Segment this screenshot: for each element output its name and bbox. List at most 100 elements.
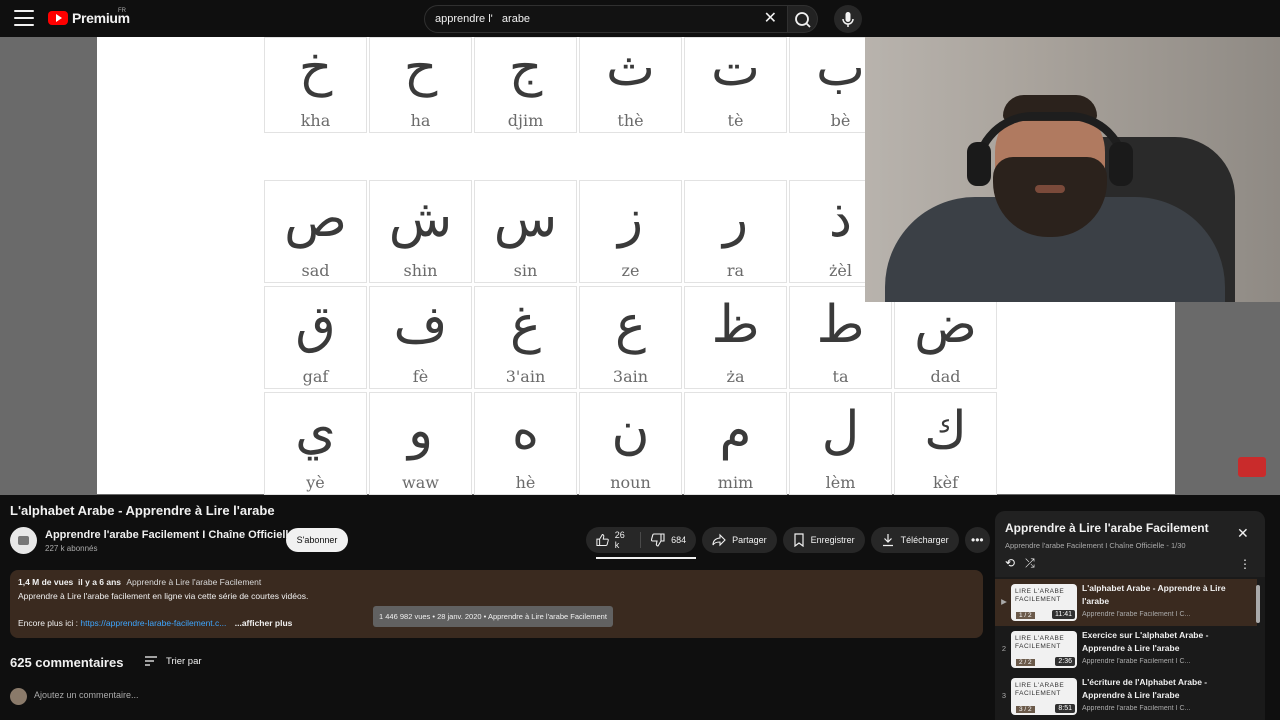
arabic-letter: م: [719, 401, 752, 461]
playlist-controls: ⟲ ⤮: [1005, 556, 1035, 571]
letter-cell: ل lèm: [789, 392, 892, 495]
playlist-panel: Apprendre à Lire l'arabe Facilement Appr…: [995, 511, 1265, 720]
letter-cell: ت tè: [684, 37, 787, 133]
voice-search-button[interactable]: [834, 5, 862, 33]
letter-cell: ح ha: [369, 37, 472, 133]
playlist-item-title[interactable]: L'écriture de l'Alphabet Arabe - Apprend…: [1082, 676, 1252, 702]
like-progress-bar: [596, 557, 696, 559]
like-button[interactable]: 26 k: [586, 527, 640, 553]
letter-transliteration: 3ain: [612, 367, 649, 386]
user-avatar: [10, 688, 27, 705]
video-player[interactable]: خ kha ح ha ج djim ث thè ت tè ب bè ص sad ش shin س sin ز ze ر r…: [0, 37, 1280, 495]
clear-search-icon[interactable]: ✕: [764, 11, 777, 27]
search-button[interactable]: [788, 5, 818, 33]
sort-label: Trier par: [166, 655, 202, 667]
playlist-item-index: 2: [1001, 644, 1007, 653]
arabic-letter: ق: [295, 295, 336, 355]
microphone-icon: [842, 12, 854, 27]
share-button[interactable]: Partager: [702, 527, 777, 553]
comments-count: 625 commentaires: [10, 655, 124, 670]
close-icon[interactable]: ✕: [1237, 525, 1249, 542]
arabic-letter: ط: [816, 295, 865, 355]
episode-badge: 1 / 2: [1016, 612, 1035, 619]
letter-transliteration: gaf: [302, 367, 329, 386]
description-box[interactable]: 1,4 M de vues il y a 6 ans Apprendre à L…: [10, 570, 983, 638]
playlist-item-title[interactable]: L'alphabet Arabe - Apprendre à Lire l'ar…: [1082, 582, 1252, 608]
playlist-menu-icon[interactable]: ⋮: [1239, 557, 1251, 571]
arabic-letter: ف: [393, 295, 448, 355]
letter-transliteration: hè: [515, 473, 536, 492]
playlist-title[interactable]: Apprendre à Lire l'arabe Facilement: [1005, 521, 1209, 535]
letter-cell: ث thè: [579, 37, 682, 133]
like-dislike-group: 26 k 684: [586, 527, 697, 559]
letter-transliteration: dad: [930, 367, 961, 386]
arabic-letter: ص: [284, 189, 347, 249]
letter-cell: ع 3ain: [579, 286, 682, 389]
playlist-item-index: 3: [1001, 691, 1007, 700]
thumbnail-text: LIRE L'ARABE FACILEMENT: [1015, 682, 1065, 697]
playlist-thumbnail[interactable]: LIRE L'ARABE FACILEMENT 3 / 2 8:51: [1011, 678, 1077, 715]
letter-transliteration: kha: [300, 111, 331, 130]
description-meta: 1,4 M de vues il y a 6 ans Apprendre à L…: [18, 577, 975, 587]
playlist-item[interactable]: 2 LIRE L'ARABE FACILEMENT 2 / 2 2:36 Exercic…: [995, 626, 1257, 673]
save-button[interactable]: Enregistrer: [782, 527, 865, 553]
loop-icon[interactable]: ⟲: [1005, 556, 1015, 571]
more-actions-button[interactable]: •••: [964, 527, 990, 553]
letter-cell: ز ze: [579, 180, 682, 283]
dislike-count: 684: [671, 535, 687, 545]
video-actions: 26 k 684 Partager Enregistrer Télécharge…: [586, 527, 990, 559]
video-title: L'alphabet Arabe - Apprendre à Lire l'ar…: [10, 503, 275, 518]
playlist-thumbnail[interactable]: LIRE L'ARABE FACILEMENT 2 / 2 2:36: [1011, 631, 1077, 668]
letter-cell: غ 3'ain: [474, 286, 577, 389]
search-icon: [795, 12, 811, 28]
arabic-letter: ن: [611, 401, 650, 461]
channel-name[interactable]: Apprendre l'arabe Facilement I Chaîne Of…: [45, 529, 295, 541]
youtube-play-icon: [48, 11, 68, 25]
playlist-item[interactable]: 3 LIRE L'ARABE FACILEMENT 3 / 2 8:51 L'écrit…: [995, 673, 1257, 720]
letter-cell: ق gaf: [264, 286, 367, 389]
playlist-scrollbar[interactable]: [1256, 585, 1260, 623]
sort-icon: [145, 656, 157, 666]
playlist-item-index: ▶: [1001, 597, 1007, 606]
arabic-letter: ه: [511, 401, 540, 461]
dislike-button[interactable]: 684: [641, 527, 696, 553]
letter-transliteration: ża: [726, 367, 745, 386]
letter-cell: ف fè: [369, 286, 472, 389]
arabic-letter: غ: [509, 295, 542, 355]
arabic-letter: خ: [298, 38, 333, 98]
description-link-prefix: Encore plus ici :: [18, 618, 78, 628]
playlist-thumbnail[interactable]: LIRE L'ARABE FACILEMENT 1 / 2 11:41: [1011, 584, 1077, 621]
arabic-letter: و: [407, 401, 434, 461]
subscribe-button[interactable]: S'abonner: [286, 528, 348, 552]
letter-transliteration: djim: [507, 111, 544, 130]
description-link[interactable]: https://apprendre-larabe-facilement.c...: [80, 618, 226, 628]
channel-avatar[interactable]: [10, 527, 37, 554]
like-count: 26 k: [614, 530, 625, 550]
letter-transliteration: lèm: [825, 473, 856, 492]
playlist-tag[interactable]: Apprendre à Lire l'arabe Facilement: [126, 577, 261, 587]
region-label: FR: [118, 8, 126, 14]
arabic-letter: ع: [614, 295, 647, 355]
channel-watermark-icon[interactable]: [1238, 457, 1266, 477]
letter-transliteration: 3'ain: [505, 367, 546, 386]
letter-cell: خ kha: [264, 37, 367, 133]
webcam-overlay: [865, 37, 1280, 302]
playlist-header: Apprendre à Lire l'arabe Facilement Appr…: [995, 511, 1265, 577]
shuffle-icon[interactable]: ⤮: [1025, 556, 1035, 571]
comment-input[interactable]: Ajoutez un commentaire...: [34, 690, 139, 700]
download-button[interactable]: Télécharger: [870, 527, 959, 553]
search-input[interactable]: [435, 13, 755, 25]
playlist-item-channel: Apprendre l'arabe Facilement I C...: [1082, 705, 1191, 712]
sort-comments-button[interactable]: Trier par: [144, 655, 202, 667]
thumbnail-text: LIRE L'ARABE FACILEMENT: [1015, 588, 1065, 603]
arabic-letter: ي: [295, 401, 336, 461]
arabic-letter: ح: [403, 38, 438, 98]
letter-cell: ج djim: [474, 37, 577, 133]
bookmark-icon: [794, 533, 804, 547]
playlist-item-title[interactable]: Exercice sur L'alphabet Arabe - Apprendr…: [1082, 629, 1252, 655]
menu-icon[interactable]: [14, 10, 34, 26]
show-more-button[interactable]: ...afficher plus: [235, 618, 293, 628]
arabic-letter: ج: [508, 38, 543, 98]
playlist-item[interactable]: ▶ LIRE L'ARABE FACILEMENT 1 / 2 11:41 L'alph…: [995, 579, 1257, 626]
channel-row: Apprendre l'arabe Facilement I Chaîne Of…: [10, 527, 990, 559]
